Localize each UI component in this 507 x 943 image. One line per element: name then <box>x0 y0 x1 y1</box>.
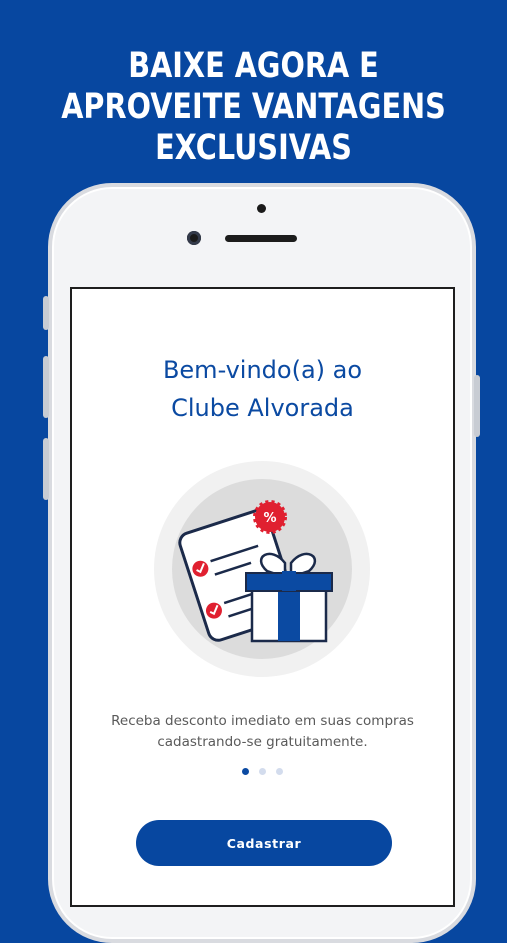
app-screen: Bem-vindo(a) ao Clube Alvorada % Receba … <box>70 287 455 907</box>
pagination-dot-active[interactable] <box>242 768 249 775</box>
pagination-dot[interactable] <box>259 768 266 775</box>
badge-percent-symbol: % <box>263 511 276 526</box>
description-line: cadastrando-se gratuitamente. <box>157 734 368 750</box>
description-text: Receba desconto imediato em suas compras… <box>72 711 453 753</box>
earpiece-speaker <box>225 235 297 242</box>
discount-badge-icon: % <box>253 500 287 534</box>
proximity-sensor <box>257 204 266 213</box>
phone-power-button <box>474 375 480 437</box>
promo-headline-line: EXCLUSIVAS <box>155 128 352 168</box>
phone-silent-switch <box>43 296 49 330</box>
promo-headline-line: APROVEITE VANTAGENS <box>61 87 446 127</box>
welcome-title: Bem-vindo(a) ao Clube Alvorada <box>72 351 453 427</box>
pagination-dot[interactable] <box>276 768 283 775</box>
front-camera <box>187 231 201 245</box>
phone-volume-up <box>43 356 49 418</box>
promo-headline: BAIXE AGORA E APROVEITE VANTAGENS EXCLUS… <box>46 46 462 169</box>
register-button[interactable]: Cadastrar <box>136 820 392 866</box>
promo-headline-line: BAIXE AGORA E <box>128 46 379 86</box>
pagination-dots <box>72 768 453 775</box>
description-line: Receba desconto imediato em suas compras <box>111 713 414 729</box>
welcome-title-line: Clube Alvorada <box>171 394 354 422</box>
gift-voucher-illustration: % <box>154 461 370 677</box>
welcome-title-line: Bem-vindo(a) ao <box>162 356 363 384</box>
phone-volume-down <box>43 438 49 500</box>
